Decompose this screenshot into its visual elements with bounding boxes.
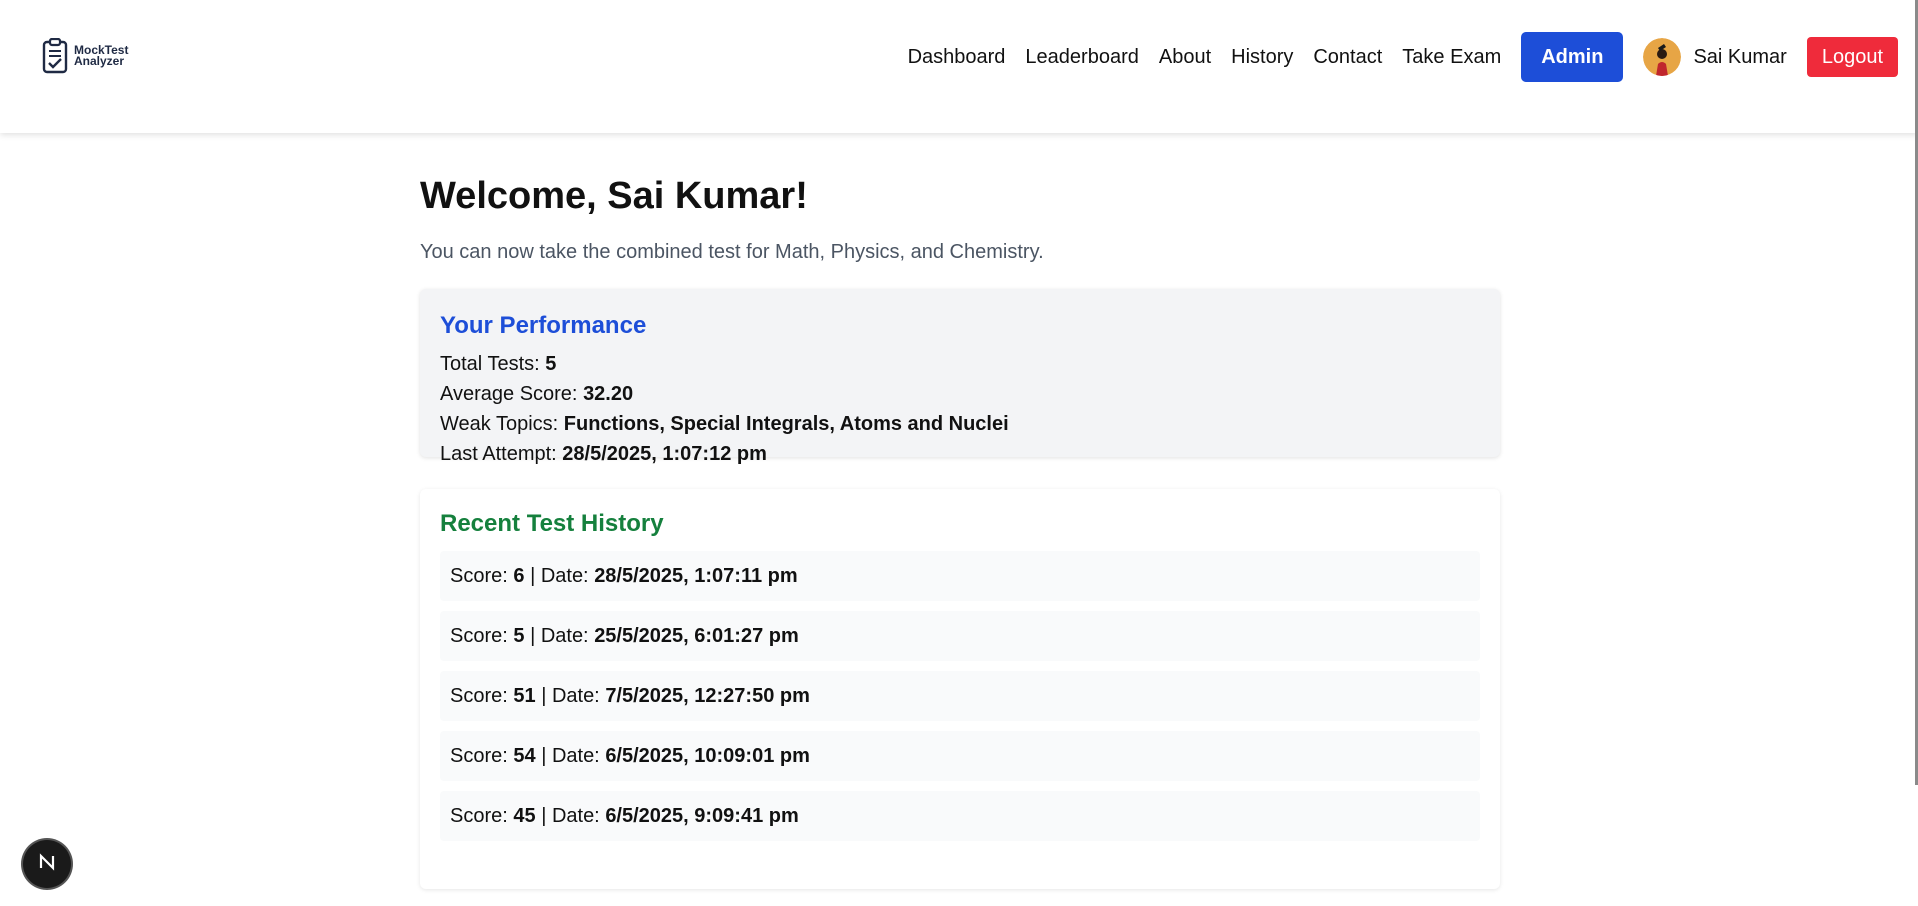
user-name: Sai Kumar (1693, 45, 1787, 68)
date-value: 7/5/2025, 12:27:50 pm (605, 684, 810, 707)
app-logo[interactable]: MockTest Analyzer (42, 38, 128, 74)
nav-leaderboard[interactable]: Leaderboard (1025, 46, 1138, 69)
main-content: Welcome, Sai Kumar! You can now take the… (420, 173, 1500, 889)
admin-button[interactable]: Admin (1521, 32, 1624, 82)
history-list: Score: 6 | Date: 28/5/2025, 1:07:11 pm S… (440, 551, 1480, 841)
top-navbar: MockTest Analyzer Dashboard Leaderboard … (0, 0, 1918, 133)
nav-history[interactable]: History (1231, 46, 1293, 69)
date-label: | Date: (541, 684, 600, 707)
last-attempt-row: Last Attempt: 28/5/2025, 1:07:12 pm (440, 439, 1480, 469)
average-score-value: 32.20 (583, 383, 634, 405)
date-value: 6/5/2025, 10:09:01 pm (605, 744, 810, 767)
page-subtitle: You can now take the combined test for M… (420, 241, 1044, 263)
score-label: Score: (450, 744, 508, 767)
score-label: Score: (450, 564, 508, 587)
avatar (1643, 38, 1682, 76)
nav-dashboard[interactable]: Dashboard (908, 46, 1006, 69)
main-nav: Dashboard Leaderboard About History Cont… (908, 32, 1898, 82)
weak-topics-value: Functions, Special Integrals, Atoms and … (563, 413, 1009, 435)
weak-topics-label: Weak Topics: (440, 413, 559, 435)
total-tests-row: Total Tests: 5 (440, 349, 1480, 379)
next-logo-icon (36, 851, 58, 878)
date-label: | Date: (530, 624, 589, 647)
date-label: | Date: (541, 744, 600, 767)
performance-title: Your Performance (440, 312, 647, 339)
total-tests-label: Total Tests: (440, 353, 540, 375)
score-value: 45 (513, 804, 536, 827)
date-value: 25/5/2025, 6:01:27 pm (594, 624, 799, 647)
date-value: 6/5/2025, 9:09:41 pm (605, 804, 799, 827)
average-score-label: Average Score: (440, 383, 578, 405)
user-profile[interactable]: Sai Kumar (1643, 38, 1787, 76)
average-score-row: Average Score: 32.20 (440, 379, 1480, 409)
date-value: 28/5/2025, 1:07:11 pm (594, 564, 798, 587)
list-item: Score: 54 | Date: 6/5/2025, 10:09:01 pm (440, 731, 1480, 781)
list-item: Score: 45 | Date: 6/5/2025, 9:09:41 pm (440, 791, 1480, 841)
score-label: Score: (450, 684, 508, 707)
history-title: Recent Test History (440, 510, 664, 537)
logout-button[interactable]: Logout (1806, 37, 1898, 77)
score-value: 5 (513, 624, 525, 647)
list-item: Score: 5 | Date: 25/5/2025, 6:01:27 pm (440, 611, 1480, 661)
last-attempt-value: 28/5/2025, 1:07:12 pm (562, 443, 767, 465)
score-label: Score: (450, 624, 508, 647)
total-tests-value: 5 (545, 353, 557, 375)
logo-line-2: Analyzer (74, 54, 125, 68)
score-value: 51 (513, 684, 536, 707)
score-value: 6 (513, 564, 525, 587)
list-item: Score: 6 | Date: 28/5/2025, 1:07:11 pm (440, 551, 1480, 601)
last-attempt-label: Last Attempt: (440, 443, 557, 465)
date-label: | Date: (541, 804, 600, 827)
next-dev-badge[interactable] (23, 840, 71, 888)
score-label: Score: (450, 804, 508, 827)
weak-topics-row: Weak Topics: Functions, Special Integral… (440, 409, 1480, 439)
date-label: | Date: (530, 564, 589, 587)
list-item: Score: 51 | Date: 7/5/2025, 12:27:50 pm (440, 671, 1480, 721)
nav-about[interactable]: About (1159, 46, 1211, 69)
performance-card: Your Performance Total Tests: 5 Average … (420, 289, 1500, 465)
logo-text: MockTest Analyzer (74, 44, 128, 68)
history-card: Recent Test History Score: 6 | Date: 28/… (420, 489, 1500, 889)
page-title: Welcome, Sai Kumar! (420, 175, 808, 217)
clipboard-check-icon (42, 38, 70, 74)
nav-take-exam[interactable]: Take Exam (1402, 46, 1501, 69)
score-value: 54 (513, 744, 536, 767)
nav-contact[interactable]: Contact (1313, 46, 1382, 69)
